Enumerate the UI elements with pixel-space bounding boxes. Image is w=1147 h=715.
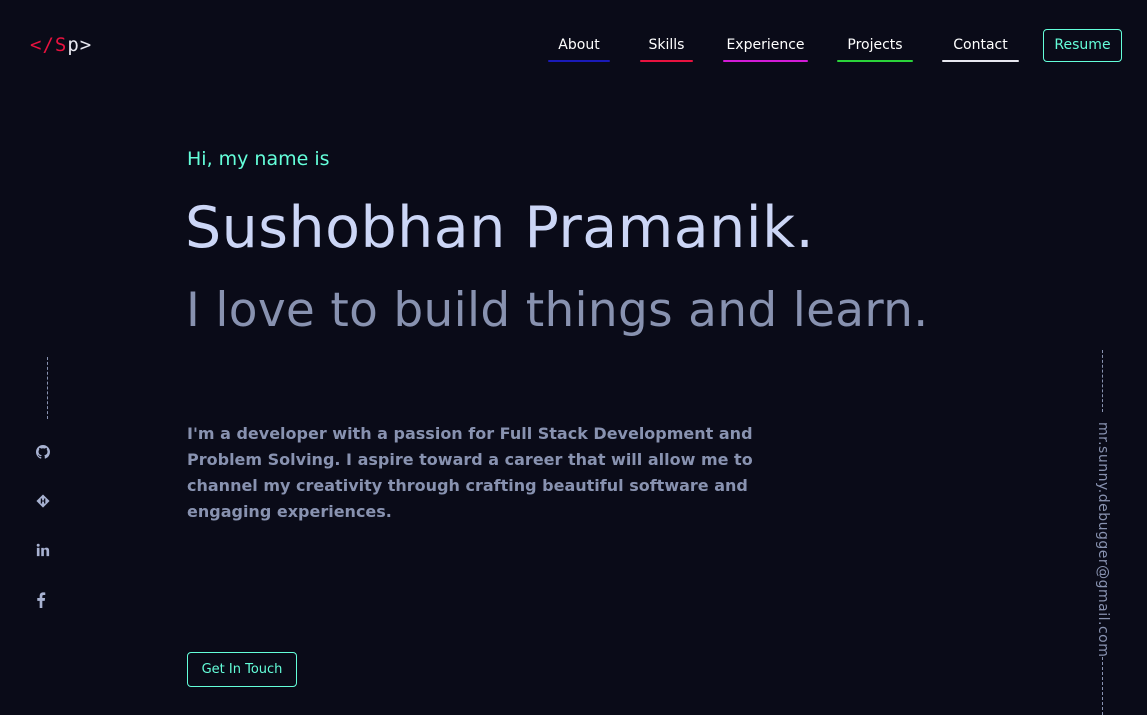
hero-name: Sushobhan Pramanik. [185, 195, 815, 261]
linkedin-icon [36, 543, 50, 557]
email-divider-bottom [1102, 657, 1103, 715]
nav-projects-label: Projects [847, 37, 903, 53]
nav-skills-label: Skills [648, 37, 685, 53]
nav-about-link[interactable]: About [548, 36, 610, 62]
top-navigation: About Skills Experience Projects Contact… [0, 0, 1147, 90]
hashnode-link[interactable]: H [33, 491, 53, 511]
nav-skills-link[interactable]: Skills [640, 36, 693, 62]
nav-projects-underline [837, 60, 913, 62]
hashnode-icon: H [36, 494, 50, 508]
nav-about-label: About [558, 37, 600, 53]
github-link[interactable] [33, 442, 53, 462]
hero-tagline: I love to build things and learn. [186, 283, 929, 338]
svg-text:H: H [40, 498, 46, 506]
social-divider-line [47, 357, 48, 419]
portfolio-page: </Sp> About Skills Experience Projects C… [0, 0, 1147, 715]
get-in-touch-button[interactable]: Get In Touch [187, 652, 297, 687]
facebook-link[interactable] [31, 590, 51, 610]
linkedin-link[interactable] [33, 540, 53, 560]
nav-experience-underline [723, 60, 808, 62]
email-divider-top [1102, 350, 1103, 412]
nav-experience-label: Experience [726, 37, 805, 53]
facebook-icon [34, 592, 48, 608]
hero-greeting: Hi, my name is [187, 148, 330, 170]
hero-bio: I'm a developer with a passion for Full … [187, 424, 753, 521]
nav-contact-label: Contact [953, 37, 1008, 53]
email-link[interactable]: mr.sunny.debugger@gmail.com [1094, 422, 1112, 657]
nav-about-underline [548, 60, 610, 62]
nav-contact-link[interactable]: Contact [942, 36, 1019, 62]
nav-contact-underline [942, 60, 1019, 62]
resume-button[interactable]: Resume [1043, 29, 1122, 62]
nav-experience-link[interactable]: Experience [723, 36, 808, 62]
nav-skills-underline [640, 60, 693, 62]
github-icon [36, 445, 50, 459]
nav-projects-link[interactable]: Projects [837, 36, 913, 62]
